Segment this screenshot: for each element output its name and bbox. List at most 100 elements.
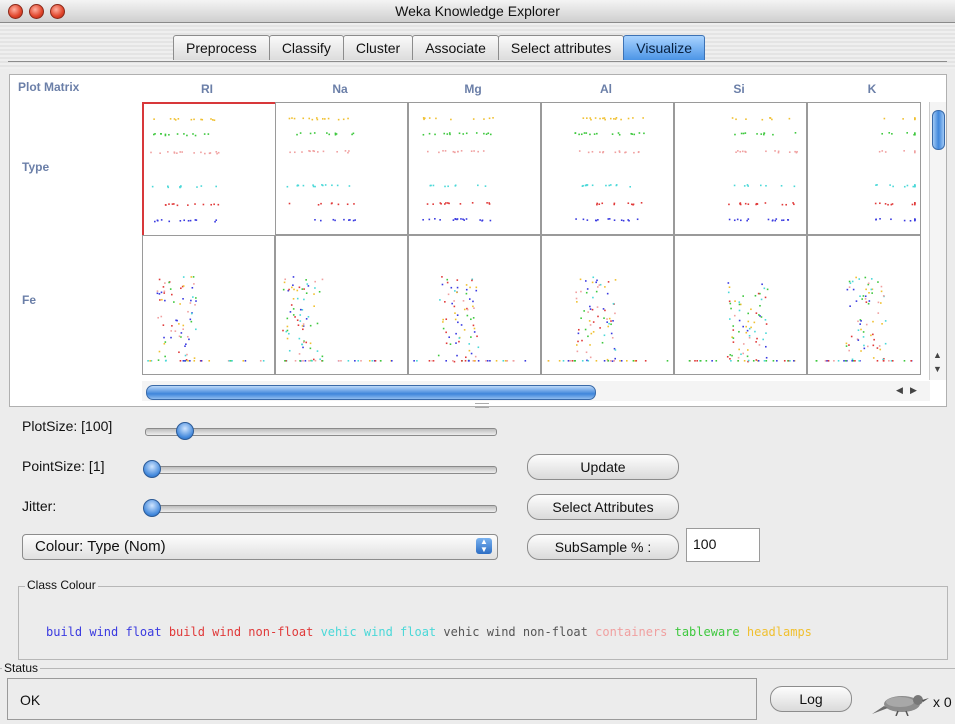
scatter-point [740,219,742,222]
pointsize-slider-knob[interactable] [143,460,161,478]
scatter-point [176,152,178,154]
scatter-point [453,300,455,302]
scatter-cell-type-k[interactable] [807,102,921,235]
scatter-cell-fe-al[interactable] [541,235,674,375]
scatter-point [857,339,860,341]
scatter-point [156,292,159,295]
scatter-cell-fe-na[interactable] [275,235,408,375]
scatter-point [574,132,577,135]
scatter-cell-type-si[interactable] [674,102,807,235]
scroll-up-arrow-icon[interactable]: ▲ [933,350,942,360]
scatter-point [627,117,630,120]
scatter-point [477,360,480,362]
horizontal-scroll-thumb[interactable] [146,385,596,400]
log-button[interactable]: Log [770,686,852,712]
scatter-point [502,360,505,362]
tab-select-attributes[interactable]: Select attributes [497,35,625,60]
scatter-point [764,202,767,204]
scatter-point [746,329,749,332]
subsample-button[interactable]: SubSample % : [527,534,679,560]
scatter-point [215,185,217,188]
scatter-point [316,322,319,325]
scatter-point [302,346,304,349]
scatter-point [173,203,175,205]
scatter-point [286,329,289,332]
colour-select[interactable]: Colour: Type (Nom) ▲ ▼ [22,534,498,560]
scatter-point [184,354,187,357]
scatter-point [291,286,293,289]
scatter-point [170,293,173,296]
class-headlamps[interactable]: headlamps [747,625,812,639]
jitter-slider-knob[interactable] [143,499,161,517]
scatter-cell-fe-ri[interactable] [142,235,275,375]
pointsize-slider[interactable] [143,460,497,478]
scatter-point [301,288,304,290]
vertical-scroll-thumb[interactable] [932,110,945,150]
scatter-cell-type-mg[interactable] [408,102,541,235]
scatter-point [321,184,323,186]
tab-cluster[interactable]: Cluster [342,35,414,60]
tab-visualize[interactable]: Visualize [623,35,706,60]
weka-bird-icon[interactable] [870,692,930,719]
subsample-input[interactable]: 100 [686,528,760,562]
scatter-point [848,344,850,346]
scatter-point [914,203,916,206]
horizontal-scrollbar[interactable]: ◀ ▶ [142,381,930,401]
scroll-down-arrow-icon[interactable]: ▼ [933,364,942,374]
scatter-point [177,118,180,120]
class-tableware[interactable]: tableware [675,625,740,639]
scatter-point [492,117,494,119]
scatter-cell-type-na[interactable] [275,102,408,235]
scatter-point [876,347,879,349]
class-vehic-wind-non-float[interactable]: vehic wind non-float [443,625,588,639]
scatter-point [434,133,436,136]
scatter-point [589,133,591,136]
scatter-point [640,202,643,204]
scatter-point [156,219,159,222]
scatter-point [445,342,448,345]
scroll-right-arrow-icon[interactable]: ▶ [910,385,917,396]
class-build-wind-non-float[interactable]: build wind non-float [169,625,314,639]
plotsize-slider-knob[interactable] [176,422,194,440]
update-button[interactable]: Update [527,454,679,480]
split-pane-handle[interactable] [475,403,489,408]
scatter-point [846,288,849,291]
scatter-point [614,118,617,120]
scatter-point [881,323,883,325]
scatter-cell-fe-si[interactable] [674,235,807,375]
scatter-point [472,317,475,319]
tab-preprocess[interactable]: Preprocess [173,35,270,60]
scatter-point [851,358,854,361]
scatter-cell-fe-mg[interactable] [408,235,541,375]
scroll-left-arrow-icon[interactable]: ◀ [896,385,903,396]
scatter-point [357,360,360,362]
jitter-slider[interactable] [143,499,497,517]
scatter-point [866,345,869,348]
scatter-point [312,185,315,188]
scatter-point [512,360,515,362]
select-attributes-button[interactable]: Select Attributes [527,494,679,520]
scatter-point [187,204,189,206]
scatter-cell-type-ri[interactable] [142,102,277,237]
column-label-k: K [867,82,877,96]
vertical-scrollbar[interactable]: ▲ ▼ [929,102,946,380]
class-build-wind-float[interactable]: build wind float [46,625,162,639]
tab-classify[interactable]: Classify [268,35,344,60]
plotsize-slider[interactable] [145,422,497,440]
tab-associate[interactable]: Associate [412,35,499,60]
scatter-point [453,151,456,154]
class-containers[interactable]: containers [595,625,667,639]
scatter-point [488,117,491,120]
scatter-point [875,184,877,186]
scatter-point [164,355,166,358]
class-vehic-wind-float[interactable]: vehic wind float [321,625,437,639]
scatter-point [903,360,906,362]
scatter-point [728,286,731,289]
scatter-cell-fe-k[interactable] [807,235,921,375]
scatter-point [738,330,740,333]
scatter-point [618,133,621,136]
scatter-cell-type-al[interactable] [541,102,674,235]
scatter-point [321,278,324,281]
scatter-point [732,329,735,331]
scatter-point [872,333,874,336]
